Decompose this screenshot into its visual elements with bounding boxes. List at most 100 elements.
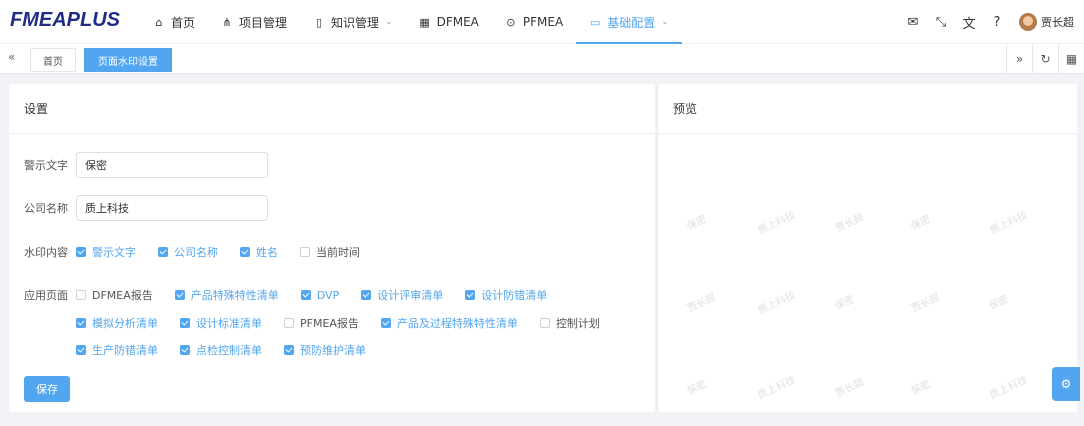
nav-item-0[interactable]: ⌂ 首页: [140, 0, 208, 44]
checkbox-checked-icon[interactable]: [240, 247, 250, 257]
refresh-icon[interactable]: ↻: [1032, 44, 1058, 74]
company-name-input[interactable]: 质上科技: [76, 195, 268, 221]
apply-pages-row-3: 生产防错清单 点检控制清单 预防维护清单: [24, 342, 388, 358]
checkbox-option[interactable]: 警示文字: [76, 244, 136, 260]
watermark-content-label: 水印内容: [24, 246, 68, 259]
watermark-text: 质上科技: [756, 374, 798, 402]
settings-gear-icon[interactable]: ⚙: [1052, 367, 1080, 401]
tab-watermark-settings[interactable]: 页面水印设置: [84, 48, 172, 72]
checkbox-option[interactable]: 设计评审清单: [361, 287, 443, 303]
checkbox-label: 生产防错清单: [92, 344, 158, 357]
checkbox-option[interactable]: 点检控制清单: [180, 342, 262, 358]
checkbox-label: 设计评审清单: [377, 289, 444, 302]
checkbox-option[interactable]: 公司名称: [158, 244, 218, 260]
checkbox-checked-icon[interactable]: [174, 290, 185, 300]
checkbox-option[interactable]: 当前时间: [300, 244, 360, 260]
apply-pages-options-1: DFMEA报告 产品特殊特性清单 DVP 设计评审清单 设计防错清单: [76, 287, 569, 303]
checkbox-option[interactable]: 设计防错清单: [465, 287, 547, 303]
nav-item-label: 基础配置: [607, 15, 656, 30]
home-icon: ⌂: [155, 15, 163, 29]
app-logo[interactable]: FMEAPLUS: [10, 9, 120, 32]
checkbox-checked-icon[interactable]: [76, 345, 86, 355]
checkbox-option[interactable]: 姓名: [240, 244, 278, 260]
main-nav: ⌂ 首页 ⋔ 项目管理 ▯ 知识管理 ⌄ ▦ DFMEA ⊙ PFMEA ▭ 基础配置 ⌄: [140, 0, 682, 44]
checkbox-label: 姓名: [256, 246, 278, 259]
watermark-text: 保密: [685, 214, 709, 233]
checkbox-empty-icon[interactable]: [300, 247, 310, 257]
watermark-text: 保密: [909, 214, 933, 233]
apply-pages-row-2: 模拟分析清单 设计标准清单 PFMEA报告 产品及过程特殊特性清单 控制计划: [24, 315, 622, 331]
checkbox-checked-icon[interactable]: [380, 318, 391, 328]
checkbox-option[interactable]: 生产防错清单: [76, 342, 158, 358]
checkbox-empty-icon[interactable]: [539, 318, 550, 328]
nav-item-1[interactable]: ⋔ 项目管理: [208, 0, 300, 44]
checkbox-label: 设计防错清单: [481, 289, 548, 302]
checkbox-checked-icon[interactable]: [361, 290, 372, 300]
nav-item-4[interactable]: ⊙ PFMEA: [492, 0, 576, 44]
checkbox-checked-icon[interactable]: [284, 345, 294, 355]
watermark-text: 贾长超: [833, 376, 866, 400]
project-tree-icon: ⋔: [222, 15, 232, 29]
tabs-scroll-left-icon[interactable]: «: [8, 50, 15, 64]
checkbox-label: 产品及过程特殊特性清单: [396, 317, 518, 330]
user-name[interactable]: 贾长超: [1041, 14, 1074, 30]
checkbox-empty-icon[interactable]: [284, 318, 294, 328]
checkbox-option[interactable]: PFMEA报告: [284, 315, 359, 331]
checkbox-label: 控制计划: [555, 317, 600, 330]
watermark-text: 贾长超: [685, 291, 718, 315]
checkbox-checked-icon[interactable]: [300, 290, 311, 300]
save-button[interactable]: 保存: [24, 376, 70, 402]
checkbox-label: DFMEA报告: [92, 289, 153, 302]
checkbox-option[interactable]: 模拟分析清单: [76, 315, 158, 331]
checkbox-option[interactable]: DFMEA报告: [76, 287, 153, 303]
nav-item-3[interactable]: ▦ DFMEA: [406, 0, 492, 44]
tabs-scroll-right-icon[interactable]: »: [1006, 44, 1032, 74]
nav-item-5[interactable]: ▭ 基础配置 ⌄: [576, 0, 682, 44]
checkbox-checked-icon[interactable]: [76, 247, 86, 257]
apply-pages-options-2: 模拟分析清单 设计标准清单 PFMEA报告 产品及过程特殊特性清单 控制计划: [76, 315, 622, 331]
help-icon[interactable]: ?: [983, 15, 1011, 30]
checkbox-checked-icon[interactable]: [158, 247, 168, 257]
calendar-icon: ▭: [589, 15, 601, 29]
checkbox-option[interactable]: 产品特殊特性清单: [174, 287, 279, 303]
checkbox-checked-icon[interactable]: [180, 345, 190, 355]
company-name-label: 公司名称: [24, 202, 68, 215]
header-tools: ✉ ⤡ 文 ? 贾长超: [899, 0, 1074, 44]
settings-panel: 设置 警示文字 保密 公司名称 质上科技 水印内容 警示文字 公司名称 姓名 当前时间…: [9, 84, 655, 412]
checkbox-label: 当前时间: [316, 246, 360, 259]
warning-text-row: 警示文字 保密: [24, 152, 268, 178]
checkbox-option[interactable]: 产品及过程特殊特性清单: [380, 315, 518, 331]
top-navbar: FMEAPLUS ⌂ 首页 ⋔ 项目管理 ▯ 知识管理 ⌄ ▦ DFMEA ⊙ PFMEA ▭ 基础配置…: [0, 0, 1084, 44]
company-name-row: 公司名称 质上科技: [24, 195, 268, 221]
nav-item-label: PFMEA: [522, 15, 564, 29]
checkbox-option[interactable]: 预防维护清单: [284, 342, 366, 358]
page-tabbar: « 首页 页面水印设置 » ↻ ▦: [0, 44, 1084, 74]
avatar[interactable]: [1019, 13, 1037, 31]
watermark-text: 保密: [685, 379, 709, 398]
watermark-text: 质上科技: [988, 209, 1030, 237]
checkbox-label: DVP: [316, 288, 340, 302]
warning-text-input[interactable]: 保密: [76, 152, 268, 178]
watermark-text: 保密: [833, 294, 857, 313]
checkbox-option[interactable]: 控制计划: [539, 315, 600, 331]
checkbox-label: 警示文字: [92, 246, 136, 259]
nav-item-label: 项目管理: [239, 15, 288, 30]
watermark-text: 质上科技: [756, 209, 798, 237]
checkbox-option[interactable]: 设计标准清单: [180, 315, 262, 331]
translate-icon[interactable]: 文: [955, 13, 983, 32]
tabs-menu-icon[interactable]: ▦: [1058, 44, 1084, 74]
checkbox-checked-icon[interactable]: [465, 290, 476, 300]
watermark-text: 质上科技: [756, 289, 798, 317]
preview-panel: 预览 保密 质上科技 贾长超 保密 质上科技 贾长超 质上科技 保密 贾长超 保密 保密 质上科技 贾长…: [657, 84, 1077, 412]
checkbox-label: 模拟分析清单: [92, 317, 158, 330]
checkbox-empty-icon[interactable]: [76, 290, 86, 300]
nav-item-2[interactable]: ▯ 知识管理 ⌄: [300, 0, 406, 44]
nav-item-label: DFMEA: [436, 15, 479, 29]
checkbox-label: 产品特殊特性清单: [190, 289, 279, 302]
checkbox-checked-icon[interactable]: [180, 318, 190, 328]
tab-home[interactable]: 首页: [30, 48, 76, 72]
checkbox-option[interactable]: DVP: [300, 287, 340, 303]
fullscreen-icon[interactable]: ⤡: [927, 15, 955, 30]
checkbox-checked-icon[interactable]: [76, 318, 86, 328]
mail-icon[interactable]: ✉: [899, 15, 927, 30]
